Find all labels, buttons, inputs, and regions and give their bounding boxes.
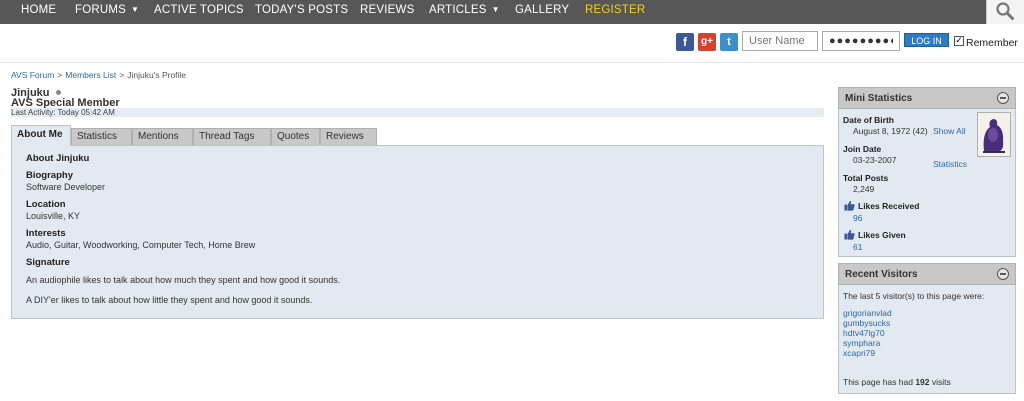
nav-gallery[interactable]: GALLERY [515,0,569,24]
breadcrumb-separator: > [57,70,63,80]
dob-value: August 8, 1972 (42) [853,126,928,136]
avatar-image [978,113,1010,156]
breadcrumb-separator: > [119,70,125,80]
breadcrumb: AVS Forum > Members List > Jinjuku's Profile [11,70,186,80]
nav-reviews-label: REVIEWS [360,4,415,16]
chevron-down-icon: ▼ [131,5,140,14]
last-activity-text: Last Activity: Today 05:42 AM [11,108,115,117]
nav-home[interactable]: HOME [21,0,56,24]
location-value: Louisville, KY [26,211,81,221]
thumbs-up-icon [844,200,855,211]
collapse-icon[interactable] [997,268,1009,280]
avatar [977,112,1011,157]
facebook-icon[interactable]: f [676,33,694,51]
statistics-link[interactable]: Statistics [933,159,967,169]
interests-value: Audio, Guitar, Woodworking, Computer Tec… [26,240,256,250]
likes-given-label: Likes Given [858,230,906,240]
nav-forums-label: FORUMS [75,4,127,16]
recent-visitors-header: Recent Visitors [838,263,1016,285]
nav-todays-posts[interactable]: TODAY'S POSTS [255,0,348,24]
visit-count-suffix: visits [931,377,951,387]
tab-mentions[interactable]: Mentions [132,128,193,145]
header-divider [0,62,1024,63]
interests-label: Interests [26,228,66,239]
visitor-link[interactable]: hdtv47lg70 [843,328,885,338]
nav-articles[interactable]: ARTICLES ▼ [429,0,500,24]
password-field[interactable] [822,31,900,51]
likes-received-label: Likes Received [858,201,920,211]
thumbs-up-icon [844,229,855,240]
visit-count-value: 192 [915,377,930,387]
top-navigation-bar: HOME FORUMS ▼ ACTIVE TOPICS TODAY'S POSTS… [0,0,1024,24]
twitter-icon[interactable]: t [720,33,738,51]
recent-visitors-intro: The last 5 visitor(s) to this page were: [843,291,985,301]
mini-statistics-header: Mini Statistics [838,87,1016,109]
remember-checkbox[interactable]: ✓ [954,36,964,46]
signature-line: A DIY'er likes to talk about how little … [26,295,313,305]
mini-statistics-title: Mini Statistics [845,93,913,104]
nav-active-topics[interactable]: ACTIVE TOPICS [154,0,244,24]
total-posts-value: 2,249 [853,184,875,194]
search-icon [996,2,1014,20]
chevron-down-icon: ▼ [491,5,500,14]
tab-quotes-label: Quotes [277,131,310,142]
nav-gallery-label: GALLERY [515,4,570,16]
about-heading: About Jinjuku [26,153,90,164]
tab-mentions-label: Mentions [138,131,179,142]
biography-value: Software Developer [26,182,106,192]
tab-statistics[interactable]: Statistics [71,128,132,145]
tab-thread-tags-label: Thread Tags [199,131,255,142]
breadcrumb-home-link[interactable]: AVS Forum [11,70,54,80]
join-date-label: Join Date [843,144,882,154]
collapse-icon[interactable] [997,92,1009,104]
visit-count-prefix: This page has had [843,377,913,387]
biography-label: Biography [26,170,73,181]
tab-thread-tags[interactable]: Thread Tags [193,128,271,145]
nav-articles-label: ARTICLES [429,4,487,16]
login-button[interactable]: LOG IN [904,33,949,47]
tab-quotes[interactable]: Quotes [271,128,320,145]
breadcrumb-current: Jinjuku's Profile [127,70,187,80]
visitor-link[interactable]: xcapri79 [843,348,875,358]
dob-label: Date of Birth [843,115,894,125]
about-me-panel [11,145,824,319]
total-posts-label: Total Posts [843,173,889,183]
username-field[interactable] [742,31,818,51]
signature-line: An audiophile likes to talk about how mu… [26,275,341,285]
remember-label: Remember [966,37,1018,49]
nav-active-topics-label: ACTIVE TOPICS [154,4,244,16]
tab-about-me-label: About Me [17,129,63,140]
visitor-link[interactable]: grigorianvlad [843,308,892,318]
nav-register[interactable]: REGISTER [585,0,645,24]
likes-received-value[interactable]: 96 [853,213,862,223]
nav-todays-posts-label: TODAY'S POSTS [255,4,349,16]
last-activity-bar [11,108,824,117]
visitor-link[interactable]: gumbysucks [843,318,890,328]
tab-reviews[interactable]: Reviews [320,128,377,145]
nav-home-label: HOME [21,4,57,16]
login-bar: f g+ t LOG IN ✓ Remember [0,30,1024,56]
tab-statistics-label: Statistics [77,131,118,142]
offline-status-icon [56,90,61,95]
signature-label: Signature [26,257,70,268]
visitor-link[interactable]: symphara [843,338,880,348]
google-plus-icon[interactable]: g+ [698,33,716,51]
join-date-value: 03-23-2007 [853,155,897,165]
likes-given-value[interactable]: 61 [853,242,862,252]
tab-about-me[interactable]: About Me [11,125,71,146]
recent-visitors-title: Recent Visitors [845,269,918,280]
nav-forums[interactable]: FORUMS ▼ [75,0,139,24]
search-button[interactable] [986,0,1024,24]
nav-reviews[interactable]: REVIEWS [360,0,414,24]
tab-reviews-label: Reviews [326,131,364,142]
location-label: Location [26,199,66,210]
breadcrumb-members-link[interactable]: Members List [65,70,116,80]
show-all-link[interactable]: Show All [933,126,966,136]
visit-count-text: This page has had 192 visits [843,377,951,387]
nav-register-label: REGISTER [585,4,646,16]
